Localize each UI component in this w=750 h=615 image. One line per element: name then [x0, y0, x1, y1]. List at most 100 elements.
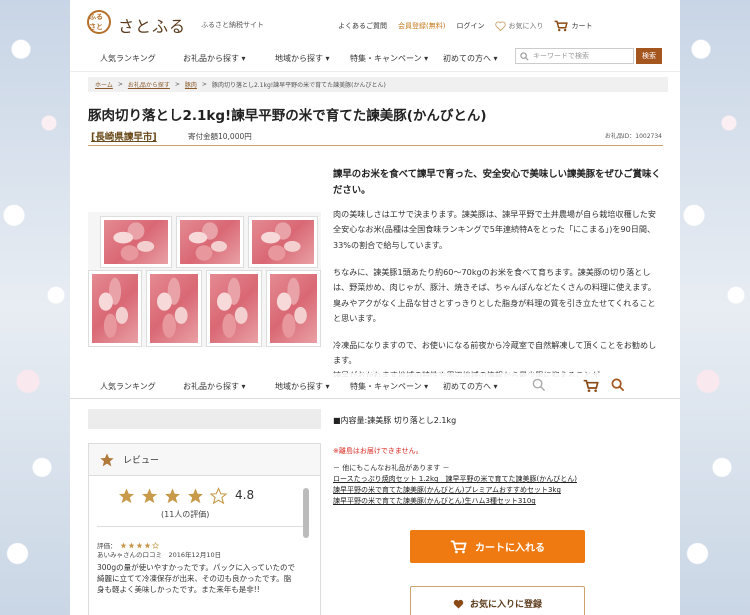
breadcrumb: ホーム > お礼品から探す > 豚肉 > 豚肉切り落とし2.1kg!諫早平野の米… [88, 77, 668, 92]
sticky-search-icon[interactable] [532, 378, 546, 395]
nav-beginners[interactable]: 初めての方へ ▾ [443, 381, 498, 392]
nav-gifts[interactable]: お礼品から探す ▾ [183, 381, 246, 392]
add-to-cart-label: カートに入れる [475, 543, 545, 554]
site-logo[interactable]: ふるさと [87, 10, 111, 34]
nav-beginners-label: 初めての方へ [443, 382, 491, 391]
search-icon [520, 51, 529, 60]
meat [92, 274, 138, 343]
thumbnail-strip [88, 409, 321, 429]
add-favorite-button[interactable]: お気に入りに登録 [410, 586, 585, 615]
logo-text: ふるさと [89, 13, 103, 31]
related-link[interactable]: 諫早平野の米で育てた諫美豚(かんびとん)プレミアムおすすめセット3kg [333, 485, 561, 495]
meat [104, 220, 168, 264]
gift-id: お礼品ID：1002734 [604, 133, 662, 140]
breadcrumb-sep: > [201, 81, 207, 88]
main-nav: 人気ランキング お礼品から探す ▾ 地域から探す ▾ 特集・キャンペーン ▾ 初… [70, 42, 680, 72]
brand-subtitle: ふるさと納税サイト [201, 21, 264, 29]
nav-ranking[interactable]: 人気ランキング [100, 53, 156, 64]
meat-tray [206, 270, 262, 347]
meat [252, 220, 314, 264]
breadcrumb-subcategory[interactable]: 豚肉 [185, 80, 197, 89]
page-content: ふるさと さとふる ふるさと納税サイト よくあるご質問 会員登録(無料) ログイ… [70, 0, 680, 615]
product-spec: ■内容量:諫美豚 切り落とし2.1kg [333, 416, 457, 425]
add-favorite-label: お気に入りに登録 [469, 600, 542, 610]
related-title: － 他にもこんなお礼品があります － [333, 464, 450, 472]
breadcrumb-current: 豚肉切り落とし2.1kg!諫早平野の米で育てた諫美豚(かんびとん) [211, 82, 386, 89]
star-icon [142, 488, 157, 504]
header-links: よくあるご質問 会員登録(無料) ログイン お気に入り カート [338, 20, 592, 32]
search-icon [611, 378, 625, 392]
sticky-search-button[interactable] [611, 377, 625, 396]
review-heading: レビュー [123, 456, 160, 466]
related-link[interactable]: 諫早平野の米で育てた諫美豚(かんびとん)生ハム3種セット310g [333, 496, 536, 506]
brand-name[interactable]: さとふる [118, 13, 186, 37]
search-placeholder: キーワードで検索 [533, 52, 589, 60]
page-title: 豚肉切り落とし2.1kg!諫早平野の米で育てた諫美豚(かんびとん) [88, 108, 487, 124]
sticky-cart-icon[interactable] [583, 378, 599, 397]
nav-beginners[interactable]: 初めての方へ ▾ [443, 53, 498, 64]
meat-tray [266, 270, 321, 347]
search-input[interactable]: キーワードで検索 [515, 48, 634, 64]
search-icon [532, 378, 546, 392]
breadcrumb-sep: > [174, 81, 180, 88]
faq-link[interactable]: よくあるご質問 [338, 21, 387, 31]
star-outline-icon [209, 487, 228, 505]
breadcrumb-category[interactable]: お礼品から探す [128, 80, 170, 89]
heart-icon [453, 599, 464, 609]
cart-link[interactable]: カート [554, 20, 592, 32]
nav-region-label: 地域から探す [275, 54, 323, 63]
star-icon [165, 488, 180, 504]
meat [180, 220, 240, 264]
product-description: ちなみに、諫美豚1頭あたり約60～70kgのお米を食べて育ちます。諫美豚の切り落… [333, 267, 656, 323]
review-stars [120, 541, 159, 549]
site-header: ふるさと さとふる ふるさと納税サイト よくあるご質問 会員登録(無料) ログイ… [70, 0, 680, 42]
star-icon [188, 488, 203, 504]
product-image[interactable] [88, 212, 321, 347]
favorites-label: お気に入り [508, 22, 544, 30]
nav-features-label: 特集・キャンペーン [350, 54, 422, 63]
breadcrumb-home[interactable]: ホーム [95, 80, 113, 89]
sticky-nav: 人気ランキング お礼品から探す ▾ 地域から探す ▾ 特集・キャンペーン ▾ 初… [70, 373, 680, 399]
divider [88, 145, 663, 146]
star-icon [144, 542, 150, 548]
nav-features[interactable]: 特集・キャンペーン ▾ [350, 53, 428, 64]
nav-features-label: 特集・キャンペーン [350, 382, 422, 391]
nav-features[interactable]: 特集・キャンペーン ▾ [350, 381, 428, 392]
favorites-link[interactable]: お気に入り [495, 21, 543, 31]
nav-region[interactable]: 地域から探す ▾ [275, 381, 330, 392]
meat [210, 274, 258, 343]
star-icon [120, 542, 126, 548]
meat-tray [100, 216, 172, 268]
review-scroll-thumb[interactable] [303, 488, 309, 538]
meat-tray [176, 216, 244, 268]
rating-stars [117, 487, 228, 505]
nav-region[interactable]: 地域から探す ▾ [275, 53, 330, 64]
nav-gifts[interactable]: お礼品から探す ▾ [183, 53, 246, 64]
nav-gifts-label: お礼品から探す [183, 382, 239, 391]
star-icon [136, 542, 142, 548]
donation-amount: 寄付金額10,000円 [188, 132, 252, 141]
nav-ranking[interactable]: 人気ランキング [100, 381, 156, 392]
nav-gifts-label: お礼品から探す [183, 54, 239, 63]
product-lead: 諫早のお米を食べて諫早で育った、安全安心で美味しい諫美豚をぜひご賞味ください。 [333, 169, 661, 196]
cart-icon [450, 540, 467, 553]
cart-icon [583, 379, 599, 392]
nav-region-label: 地域から探す [275, 382, 323, 391]
cart-label: カート [571, 22, 593, 30]
product-description: 肉の美味しさはエサで決まります。諫美豚は、諫早平野で土井農場が自ら栽培収穫した安… [333, 209, 656, 250]
login-link[interactable]: ログイン [456, 21, 484, 31]
register-link[interactable]: 会員登録(無料) [398, 21, 445, 31]
shipping-warning: ※離島はお届けできません。 [333, 447, 423, 455]
related-link[interactable]: ロースたっぷり焼肉セット 1.2kg 諫早平野の米で育てた諫美豚(かんびとん) [333, 474, 577, 484]
breadcrumb-sep: > [117, 81, 123, 88]
star-outline-icon [151, 541, 159, 549]
rating-count: (11人の評価) [161, 510, 210, 519]
add-to-cart-button[interactable]: カートに入れる [410, 530, 585, 563]
review-header: レビュー [89, 444, 320, 476]
background-blossom-left [0, 0, 70, 615]
review-body: 300gの量が使いやすかったです。パックに入っていたので綺麗に立てて冷凍保存が出… [97, 563, 295, 594]
star-icon [119, 488, 134, 504]
star-icon [128, 542, 134, 548]
search-button[interactable]: 検索 [636, 48, 662, 64]
city-link[interactable]: [長崎県諫早市] [91, 129, 157, 143]
